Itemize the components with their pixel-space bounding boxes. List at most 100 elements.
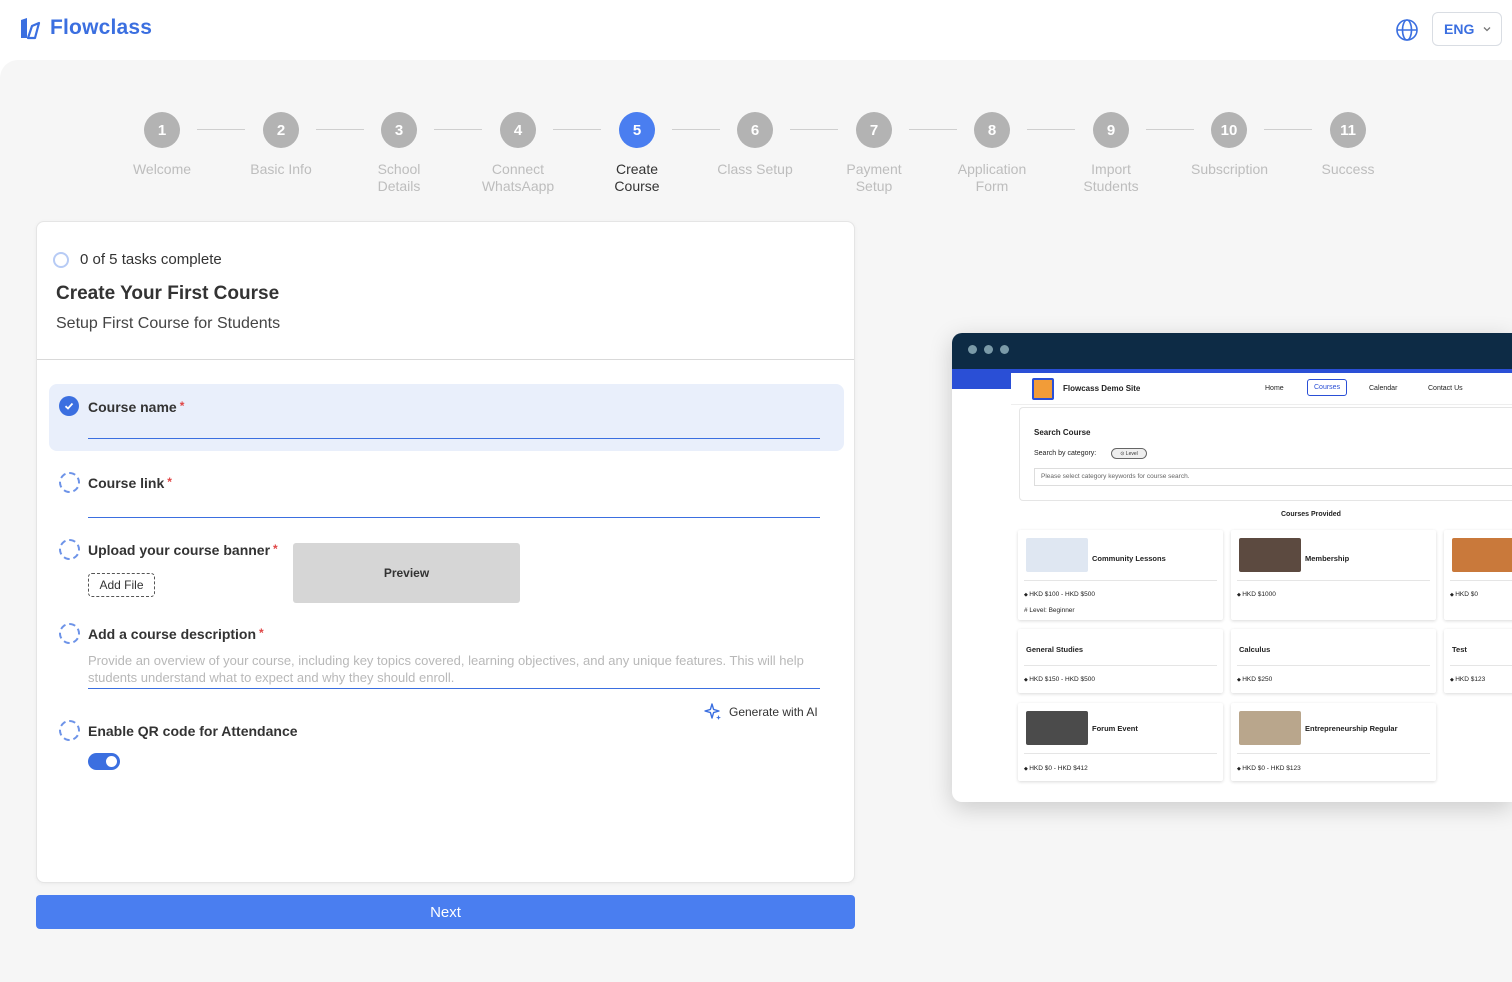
course-divider	[1024, 753, 1217, 754]
preview-nav-contact: Contact Us	[1428, 385, 1463, 392]
course-name-input[interactable]	[88, 438, 820, 439]
banner-preview: Preview	[293, 543, 520, 603]
course-price-text: HKD $1000	[1242, 591, 1276, 598]
site-logo-icon	[1032, 378, 1054, 400]
create-course-card: 0 of 5 tasks complete Create Your First …	[36, 221, 855, 883]
card-title: Create Your First Course	[56, 283, 280, 304]
course-price: ◆ HKD $100 - HKD $500	[1024, 591, 1095, 598]
course-name-label: Course name *	[88, 399, 185, 415]
description-label: Add a course description *	[88, 626, 264, 642]
generate-ai-button[interactable]: Generate with AI	[703, 702, 818, 722]
step-number: 9	[1093, 112, 1129, 148]
course-thumbnail	[1026, 538, 1088, 572]
course-divider	[1024, 665, 1217, 666]
step-label: Subscription	[1191, 161, 1269, 177]
course-link-label: Course link *	[88, 475, 172, 491]
course-price-text: HKD $250	[1242, 676, 1273, 683]
brand-logo[interactable]: Flowclass	[18, 16, 152, 40]
course-divider	[1450, 580, 1512, 581]
preview-course-card: Forum Event ◆ HKD $0 - HKD $412	[1018, 703, 1223, 781]
course-divider	[1237, 753, 1430, 754]
generate-ai-label: Generate with AI	[729, 705, 818, 719]
flowclass-logo-icon	[21, 18, 41, 40]
course-name-field-highlight	[49, 384, 844, 451]
course-name: General Studies	[1026, 645, 1084, 654]
course-level-text: Level: Beginner	[1029, 607, 1075, 614]
preview-course-card: Community Lessons ◆ HKD $100 - HKD $500 # …	[1018, 530, 1223, 620]
preview-course-card: Test ◆ HKD $123	[1444, 629, 1512, 693]
course-name: Calculus	[1239, 645, 1271, 654]
course-thumbnail	[1026, 711, 1088, 745]
course-thumbnail	[1239, 538, 1301, 572]
site-preview-window: Flowcass Demo Site Home Courses Calendar…	[952, 333, 1512, 802]
step-3: 3 School Details	[339, 112, 459, 195]
course-divider	[1450, 665, 1512, 666]
step-4: 4 Connect WhatsAapp	[458, 112, 578, 195]
course-divider	[1237, 580, 1430, 581]
step-label: Connect WhatsAapp	[481, 161, 555, 194]
qr-toggle[interactable]	[88, 753, 120, 770]
task-progress-text: 0 of 5 tasks complete	[80, 251, 222, 268]
chevron-down-icon	[1483, 27, 1491, 32]
step-number: 5	[619, 112, 655, 148]
step-number: 11	[1330, 112, 1366, 148]
toggle-knob	[106, 756, 117, 767]
preview-courses-heading: Courses Provided	[1281, 511, 1341, 518]
window-dot-icon	[984, 345, 993, 354]
preview-course-card: Calculus ◆ HKD $250	[1231, 629, 1436, 693]
task-progress: 0 of 5 tasks complete	[53, 251, 222, 268]
next-button[interactable]: Next	[36, 895, 855, 929]
required-mark: *	[259, 626, 264, 640]
step-label: Basic Info	[250, 161, 312, 177]
card-subtitle: Setup First Course for Students	[56, 315, 281, 332]
course-name: Entrepreneurship Regular	[1305, 724, 1398, 733]
course-link-input[interactable]	[88, 517, 820, 518]
pending-circle-icon	[59, 720, 80, 741]
step-label: Create Course	[614, 161, 660, 194]
preview-search-by: Search by category:	[1034, 450, 1097, 457]
step-2: 2 Basic Info	[221, 112, 341, 178]
step-number: 4	[500, 112, 536, 148]
preview-search-title: Search Course	[1034, 428, 1091, 437]
step-number: 7	[856, 112, 892, 148]
step-label: Application Form	[957, 161, 1027, 194]
course-price: ◆ HKD $1000	[1237, 591, 1276, 598]
course-price-text: HKD $0 - HKD $412	[1029, 765, 1088, 772]
course-name: Membership	[1305, 554, 1350, 563]
pending-circle-icon	[59, 472, 80, 493]
course-thumbnail	[1452, 538, 1512, 572]
course-price: ◆ HKD $0 - HKD $123	[1237, 765, 1301, 772]
banner-label: Upload your course banner *	[88, 542, 278, 558]
preview-course-card: ◆ HKD $0	[1444, 530, 1512, 620]
preview-nav: Flowcass Demo Site Home Courses Calendar…	[1011, 373, 1512, 405]
step-label: Import Students	[1083, 161, 1139, 194]
step-number: 6	[737, 112, 773, 148]
course-price-text: HKD $150 - HKD $500	[1029, 676, 1095, 683]
globe-icon[interactable]	[1395, 18, 1419, 42]
step-1: 1 Welcome	[102, 112, 222, 178]
window-dot-icon	[968, 345, 977, 354]
step-8: 8 Application Form	[932, 112, 1052, 195]
preview-course-card: Entrepreneurship Regular ◆ HKD $0 - HKD $…	[1231, 703, 1436, 781]
course-divider	[1237, 665, 1430, 666]
step-7: 7 Payment Setup	[814, 112, 934, 195]
language-select[interactable]: ENG	[1432, 12, 1502, 46]
step-9: 9 Import Students	[1051, 112, 1171, 195]
sparkle-icon	[704, 703, 721, 720]
step-label: School Details	[377, 161, 421, 194]
description-textarea[interactable]: Provide an overview of your course, incl…	[88, 652, 820, 686]
preview-nav-courses: Courses	[1307, 379, 1348, 396]
progress-ring-icon	[53, 251, 69, 268]
course-thumbnail	[1239, 711, 1301, 745]
add-file-button[interactable]: Add File	[88, 573, 155, 597]
check-icon	[59, 396, 79, 416]
preview-course-card: Membership ◆ HKD $1000	[1231, 530, 1436, 620]
step-label: Success	[1321, 161, 1375, 177]
divider	[37, 359, 854, 360]
course-price: ◆ HKD $150 - HKD $500	[1024, 676, 1095, 683]
description-underline	[88, 688, 820, 689]
course-divider	[1024, 580, 1217, 581]
preview-search-panel: Search Course Search by category: ⊙ Leve…	[1019, 407, 1512, 501]
preview-search-input: Please select category keywords for cour…	[1034, 468, 1512, 486]
course-price-text: HKD $0	[1455, 591, 1478, 598]
